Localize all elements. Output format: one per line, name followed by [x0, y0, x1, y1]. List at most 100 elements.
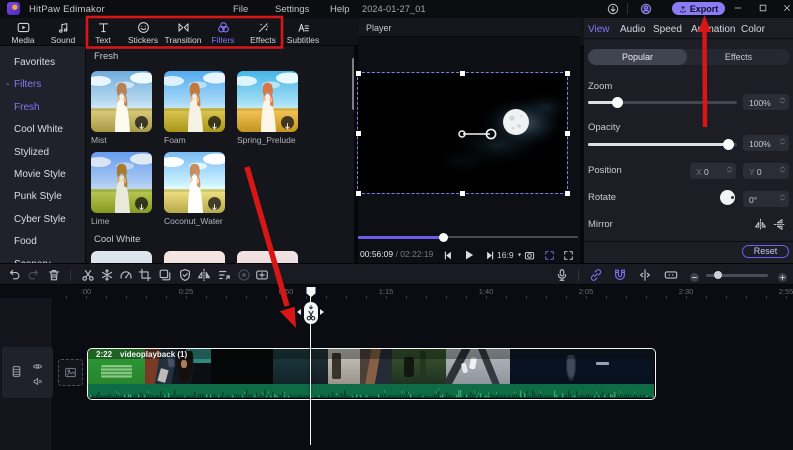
rotate-value-field[interactable]: 0°	[743, 191, 789, 207]
speed-icon[interactable]	[119, 268, 133, 282]
auto-ripple-icon[interactable]	[664, 268, 678, 282]
undo-icon[interactable]	[7, 268, 21, 282]
inspector-tab-audio[interactable]: Audio	[620, 24, 646, 35]
timeline-zoom-handle[interactable]	[714, 271, 722, 279]
position-x-field[interactable]: X 0	[690, 163, 736, 179]
user-account-icon[interactable]	[640, 2, 652, 15]
delete-icon[interactable]	[47, 268, 61, 282]
previous-frame-button[interactable]	[443, 248, 454, 260]
freeze-frame-icon[interactable]	[100, 268, 114, 282]
selection-handle[interactable]	[564, 70, 570, 76]
ribbon-tab-subtitles[interactable]: Subtitles	[283, 20, 323, 45]
nudge-left-icon[interactable]	[297, 309, 301, 315]
download-icon[interactable]	[607, 2, 619, 15]
ribbon-tab-sound[interactable]: Sound	[43, 20, 83, 45]
filter-card-foam[interactable]	[164, 71, 225, 132]
mirror-icon[interactable]	[197, 268, 211, 282]
filter-card[interactable]	[164, 251, 225, 263]
progress-handle[interactable]	[439, 232, 449, 242]
inspector-tab-animation[interactable]: Animation	[691, 24, 735, 35]
flip-vertical-icon[interactable]	[773, 218, 786, 231]
stepper-icon[interactable]	[779, 96, 786, 104]
play-button[interactable]	[463, 248, 475, 260]
add-media-dropzone[interactable]	[58, 359, 83, 386]
opacity-value-field[interactable]: 100%	[743, 135, 789, 151]
selection-handle[interactable]	[355, 190, 361, 196]
split-marker-icon[interactable]	[638, 268, 652, 282]
filter-card-lime[interactable]	[91, 152, 152, 213]
sidebar-item-stylized[interactable]: Stylized	[0, 142, 85, 164]
sidebar-item-fresh[interactable]: Fresh	[0, 97, 85, 119]
ribbon-tab-transition[interactable]: Transition	[163, 20, 203, 45]
stepper-icon[interactable]	[726, 165, 733, 173]
selection-handle[interactable]	[355, 130, 361, 136]
zoom-slider[interactable]	[588, 96, 737, 108]
download-icon[interactable]	[135, 197, 148, 211]
ribbon-tab-stickers[interactable]: Stickers	[123, 20, 163, 45]
rotate-dial[interactable]	[720, 190, 735, 205]
maximize-button[interactable]	[758, 3, 768, 13]
filter-card-mist[interactable]	[91, 71, 152, 132]
inspector-tab-view[interactable]: View	[588, 24, 610, 35]
aspect-ratio-dropdown[interactable]: 16:9 ▾	[497, 249, 521, 261]
nudge-right-icon[interactable]	[320, 309, 324, 315]
filter-card[interactable]	[91, 251, 152, 263]
stepper-icon[interactable]	[779, 137, 786, 145]
download-icon[interactable]	[281, 116, 294, 130]
menu-file[interactable]: File	[233, 4, 248, 15]
snapshot-button[interactable]	[524, 248, 535, 260]
zoom-out-icon[interactable]	[689, 270, 700, 282]
crop-icon[interactable]	[138, 268, 152, 282]
add-to-track-icon[interactable]	[255, 268, 269, 282]
sidebar-item-food[interactable]: Food	[0, 231, 85, 253]
filter-card-spring_prelude[interactable]	[237, 71, 298, 132]
close-button[interactable]	[782, 3, 792, 13]
reset-button[interactable]: Reset	[742, 245, 789, 258]
segment-popular[interactable]: Popular	[588, 52, 687, 62]
playhead-head[interactable]	[305, 286, 317, 298]
download-icon[interactable]	[135, 116, 148, 130]
zoom-slider-handle[interactable]	[612, 96, 624, 108]
filter-card-coconut_water[interactable]	[164, 152, 225, 213]
stepper-icon[interactable]	[779, 193, 786, 201]
menu-help[interactable]: Help	[330, 4, 350, 15]
sidebar-item-movie-style[interactable]: Movie Style	[0, 164, 85, 186]
next-frame-button[interactable]	[484, 248, 495, 260]
scrollbar-thumb[interactable]	[351, 58, 354, 110]
sidebar-item-punk-style[interactable]: Punk Style	[0, 186, 85, 208]
magnet-icon[interactable]	[613, 268, 627, 282]
position-y-field[interactable]: Y 0	[743, 163, 789, 179]
ribbon-tab-filters[interactable]: Filters	[203, 20, 243, 45]
video-preview[interactable]	[355, 70, 572, 196]
menu-settings[interactable]: Settings	[275, 4, 309, 15]
opacity-slider-handle[interactable]	[722, 138, 734, 150]
sidebar-item-filters[interactable]: - Filters	[0, 74, 85, 96]
copy-icon[interactable]	[158, 268, 172, 282]
zoom-in-icon[interactable]	[777, 270, 788, 282]
inspector-tab-color[interactable]: Color	[741, 24, 765, 35]
visibility-icon[interactable]	[32, 359, 43, 370]
crop-button[interactable]	[544, 248, 555, 260]
inspector-tab-speed[interactable]: Speed	[653, 24, 682, 35]
motion-icon[interactable]	[217, 268, 231, 282]
zoom-value-field[interactable]: 100%	[743, 94, 789, 110]
download-icon[interactable]	[208, 197, 221, 211]
ribbon-tab-text[interactable]: Text	[83, 20, 123, 45]
selection-handle[interactable]	[460, 70, 465, 76]
fullscreen-button[interactable]	[563, 248, 574, 260]
filter-card[interactable]	[237, 251, 298, 263]
selection-handle[interactable]	[564, 190, 570, 196]
sidebar-item-favorites[interactable]: Favorites	[0, 52, 85, 74]
sidebar-item-cyber-style[interactable]: Cyber Style	[0, 209, 85, 231]
ribbon-tab-effects[interactable]: Effects	[243, 20, 283, 45]
download-icon[interactable]	[208, 116, 221, 130]
link-icon[interactable]	[589, 268, 603, 282]
transform-handle[interactable]	[456, 126, 498, 142]
sidebar-item-cool-white[interactable]: Cool White	[0, 119, 85, 141]
selection-handle[interactable]	[355, 70, 361, 76]
microphone-icon[interactable]	[555, 268, 569, 282]
segment-effects[interactable]: Effects	[687, 52, 790, 62]
ribbon-tab-media[interactable]: Media	[3, 20, 43, 45]
collapse-icon[interactable]: -	[6, 74, 9, 96]
opacity-slider[interactable]	[588, 138, 737, 150]
